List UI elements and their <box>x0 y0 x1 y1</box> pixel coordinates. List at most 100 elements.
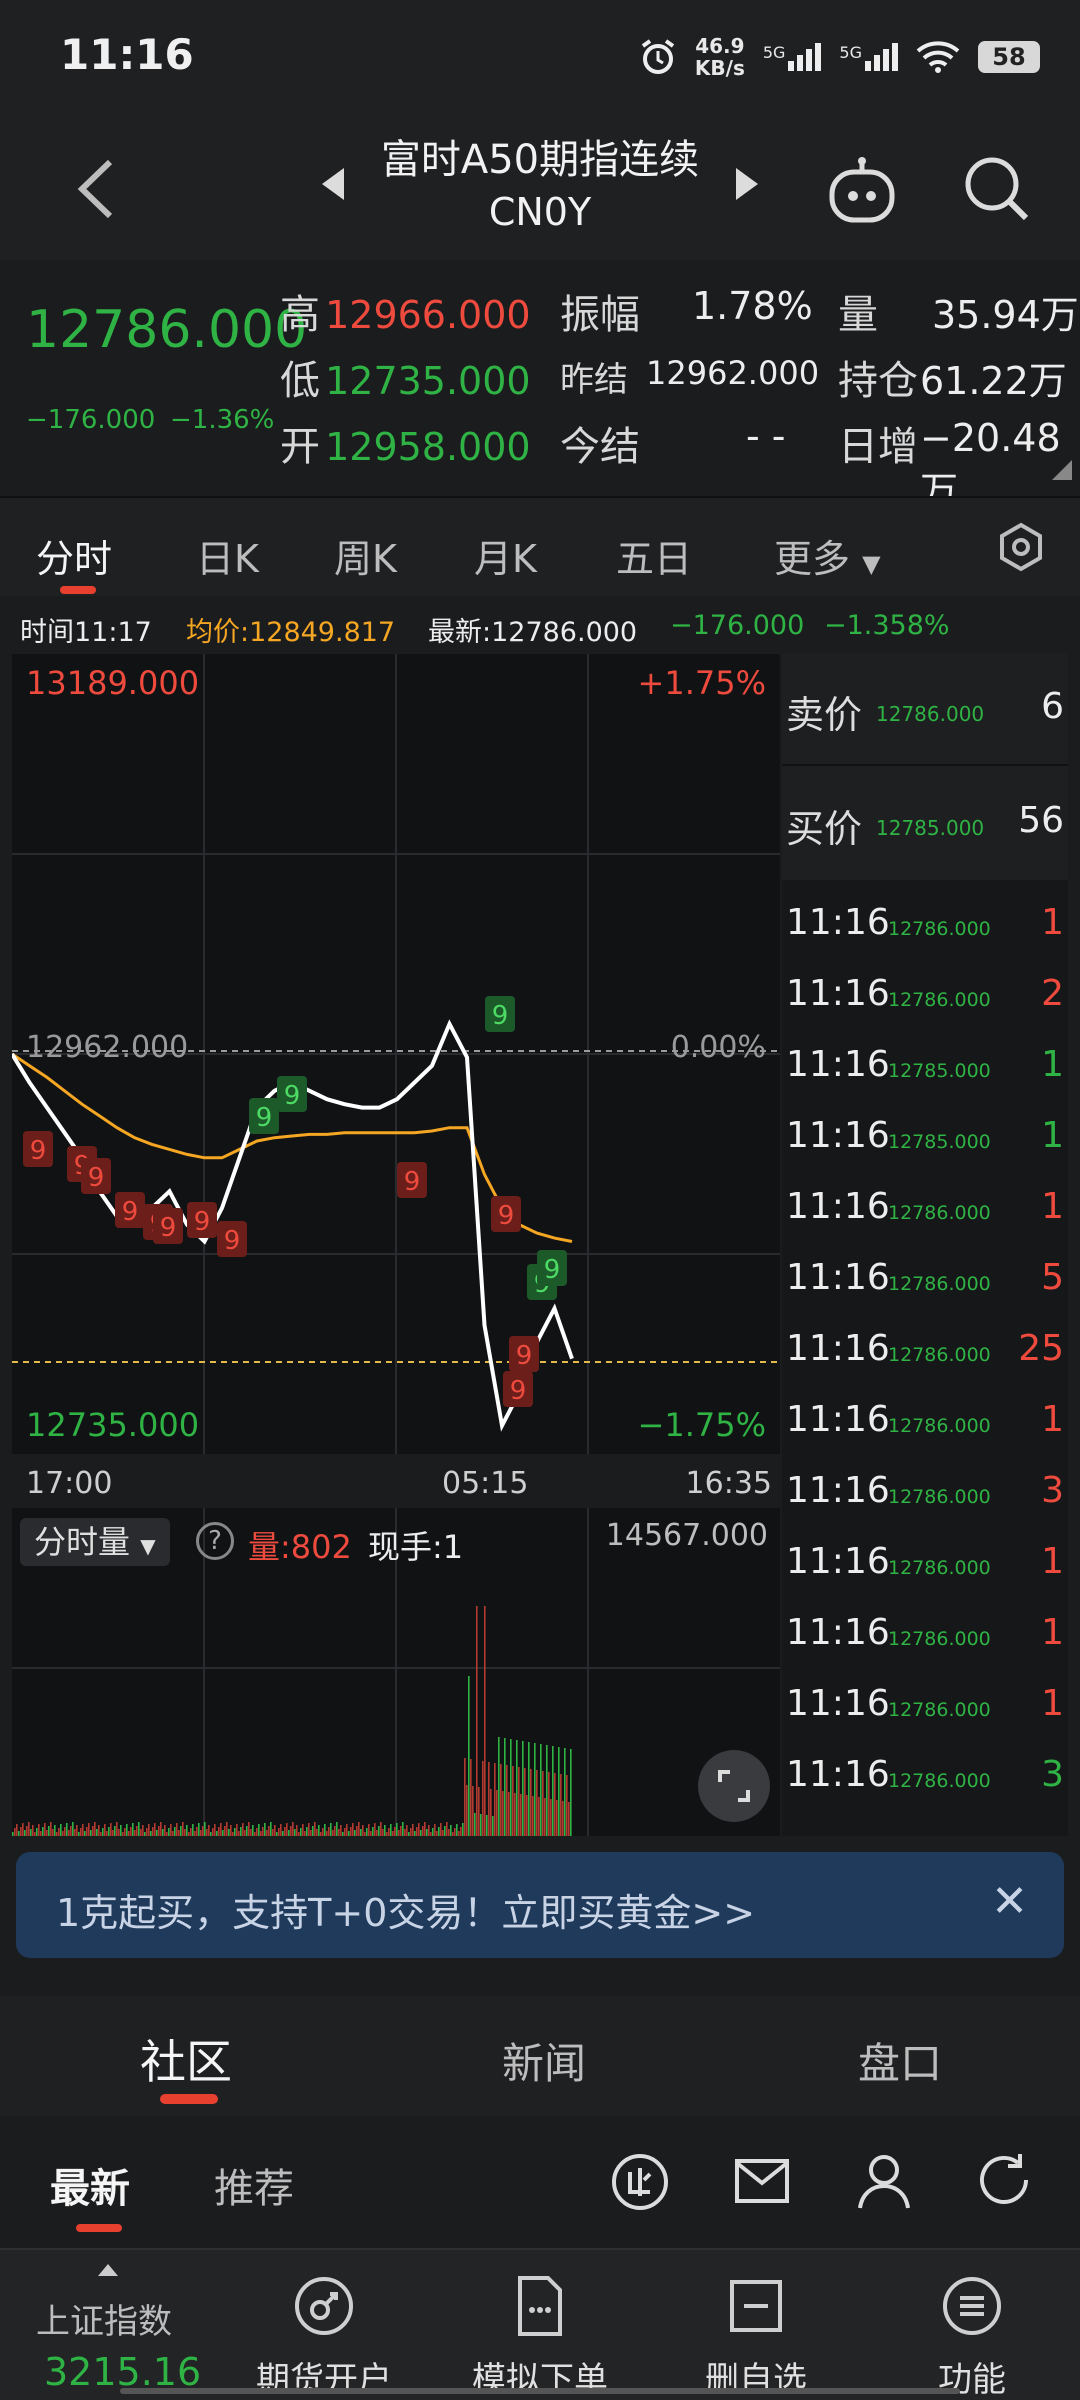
volume-bar <box>46 1830 48 1836</box>
volume-bar <box>76 1825 78 1836</box>
back-icon[interactable] <box>70 154 120 224</box>
search-icon[interactable] <box>962 154 1032 224</box>
tab-market-depth[interactable]: 盘口 <box>858 2030 942 2091</box>
volume-bar <box>80 1828 82 1836</box>
volume-bar <box>128 1831 130 1836</box>
volume-bar <box>536 1770 538 1836</box>
volume-bar <box>378 1826 380 1836</box>
volume-bar <box>438 1827 440 1836</box>
volume-bar <box>50 1822 52 1836</box>
help-icon[interactable]: ? <box>196 1522 234 1560</box>
volume-bar <box>66 1823 68 1836</box>
high-row: 高 12966.000 <box>280 292 531 338</box>
refresh-icon[interactable] <box>976 2152 1034 2210</box>
volume-bar <box>524 1768 526 1836</box>
index-name[interactable]: 上证指数 <box>36 2294 172 2343</box>
volume-bar <box>74 1829 76 1836</box>
volume-bar <box>382 1829 384 1836</box>
message-icon[interactable] <box>734 2156 790 2206</box>
settings-hexagon-icon[interactable] <box>996 522 1046 572</box>
volume-bar <box>338 1829 340 1836</box>
user-icon[interactable] <box>856 2152 912 2210</box>
volume-bar <box>88 1823 90 1836</box>
volume-bar <box>412 1824 414 1836</box>
post-icon[interactable] <box>610 2152 670 2212</box>
volume-bar <box>186 1825 188 1836</box>
volume-bar <box>422 1826 424 1836</box>
tick-time: 11:16 <box>786 1541 890 1582</box>
promo-banner[interactable]: 1克起买，支持T+0交易！立即买黄金>> ✕ <box>16 1852 1064 1958</box>
volume-bar <box>354 1830 356 1836</box>
volume-bar <box>254 1832 256 1836</box>
volume-bar <box>154 1823 156 1836</box>
volume-bar <box>510 1739 512 1836</box>
next-contract-icon[interactable] <box>732 164 762 204</box>
volume-bar <box>228 1829 230 1836</box>
chart-info-line: 时间11:17 均价:12849.817 最新:12786.000 −176.0… <box>0 600 1080 650</box>
futures-account-button[interactable]: 期货开户 <box>224 2274 424 2400</box>
volume-bar <box>158 1826 160 1836</box>
tick-price: 12786.000 <box>888 1628 991 1650</box>
tick-qty: 1 <box>1041 902 1064 943</box>
volume-chart[interactable]: 分时量 ▼ ? 量:802 现手:1 14567.000 <box>12 1508 780 1836</box>
fullscreen-button[interactable] <box>698 1750 770 1822</box>
volume-bar <box>472 1786 474 1836</box>
volume-bar <box>522 1741 524 1836</box>
volume-bar <box>202 1826 204 1836</box>
volume-bar <box>368 1824 370 1836</box>
volume-type-select[interactable]: 分时量 ▼ <box>20 1518 170 1566</box>
open-value: 12958.000 <box>325 425 531 469</box>
volume-bar <box>178 1830 180 1836</box>
tick-row: 11:16 12786.000 1 <box>782 1598 1068 1668</box>
status-time: 11:16 <box>60 30 194 79</box>
banner-text: 1克起买，支持T+0交易！立即买黄金>> <box>56 1891 756 1935</box>
info-change-pct: −1.358% <box>824 610 950 641</box>
chart-tab-bar: 分时 日K 周K 月K 五日 更多 ▼ <box>0 496 1080 596</box>
volume-bar <box>28 1822 30 1836</box>
volume-bar <box>82 1824 84 1836</box>
volume-bar <box>62 1831 64 1836</box>
tab-recommend[interactable]: 推荐 <box>214 2156 294 2214</box>
volume-bar <box>52 1829 54 1836</box>
robot-assistant-icon[interactable] <box>826 154 898 226</box>
tab-news[interactable]: 新闻 <box>502 2030 586 2091</box>
tab-more[interactable]: 更多 ▼ <box>774 528 881 583</box>
volume-bar <box>260 1831 262 1836</box>
x-label-end: 16:35 <box>685 1466 772 1501</box>
tab-daily-k[interactable]: 日K <box>196 528 259 583</box>
signal-marker: 9 <box>491 1196 521 1232</box>
tab-weekly-k[interactable]: 周K <box>334 528 397 583</box>
volume-bar <box>244 1830 246 1836</box>
close-icon[interactable]: ✕ <box>991 1876 1028 1927</box>
volume-bar <box>416 1827 418 1836</box>
volume-bar <box>424 1822 426 1836</box>
volume-bar <box>452 1832 454 1836</box>
volume-bar <box>444 1826 446 1836</box>
tick-qty: 5 <box>1041 1257 1064 1298</box>
volume-bar <box>124 1828 126 1836</box>
tab-monthly-k[interactable]: 月K <box>474 528 537 583</box>
volume-bar <box>314 1822 316 1836</box>
volume-bar <box>252 1825 254 1836</box>
volume-bar <box>474 1813 476 1836</box>
volume-bar <box>498 1737 500 1836</box>
tab-five-day[interactable]: 五日 <box>616 528 692 583</box>
volume-bar <box>448 1829 450 1836</box>
volume-bar <box>544 1798 546 1836</box>
volume-bar <box>292 1822 294 1836</box>
tab-intraday[interactable]: 分时 <box>36 528 112 583</box>
volume-bar <box>500 1764 502 1836</box>
volume-bar <box>482 1761 484 1836</box>
remove-watchlist-button[interactable]: 删自选 <box>656 2274 856 2400</box>
simulated-order-button[interactable]: 模拟下单 <box>440 2274 640 2400</box>
bid-row: 买价 12785.000 56 <box>786 800 1064 851</box>
function-menu-button[interactable]: 功能 <box>872 2274 1072 2400</box>
tab-community[interactable]: 社区 <box>140 2026 232 2092</box>
nav-bar: 富时A50期指连续 CN0Y <box>0 110 1080 260</box>
tab-latest[interactable]: 最新 <box>50 2156 130 2214</box>
volume-bar <box>38 1824 40 1836</box>
intraday-chart[interactable]: 99999999999999999 13189.000 +1.75% 12962… <box>10 654 780 1454</box>
volume-bar <box>166 1832 168 1836</box>
volume-bar <box>570 1749 572 1836</box>
volume-bar <box>44 1823 46 1836</box>
